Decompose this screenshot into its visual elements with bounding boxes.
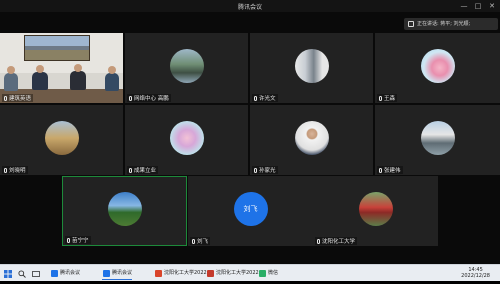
lake-photo <box>169 49 204 83</box>
system-clock[interactable]: 14:45 2022/12/28 <box>461 267 490 279</box>
video-tile[interactable]: 刘飞 刘飞 <box>188 176 313 246</box>
participant-name: 沈阳化工大学 <box>315 237 358 245</box>
video-tile[interactable]: 网络中心 高鹏 <box>125 33 248 103</box>
participant-name: 苗宁宁 <box>65 236 91 244</box>
video-tile[interactable]: 建筑英语 <box>0 33 123 103</box>
window-title: 腾讯会议 <box>237 4 262 11</box>
participant-name: 许光文 <box>252 94 278 102</box>
video-tile[interactable]: 孙家光 <box>250 105 373 175</box>
train-photo <box>358 192 393 226</box>
mic-icon <box>254 96 257 101</box>
participant-name: 网络中心 高鹏 <box>127 94 171 102</box>
close-button[interactable]: ✕ <box>486 1 498 11</box>
video-tile[interactable]: 张建伟 <box>375 105 500 175</box>
participant-name: 刘飞 <box>190 237 211 245</box>
taskbar-app-meeting[interactable]: 腾讯会议 <box>50 267 80 280</box>
maximize-button[interactable]: □ <box>472 1 484 11</box>
mic-icon <box>4 96 7 101</box>
desert-photo <box>44 121 79 155</box>
participant-name: 王森 <box>377 94 398 102</box>
meeting-window: 腾讯会议 — □ ✕ 正在讲话: 蒋平; 刘光顺; 建筑英语 网络中心 高鹏 许… <box>0 0 500 264</box>
taskbar-app-document-1[interactable]: 沈阳化工大学2022... <box>154 267 212 280</box>
mic-icon <box>192 239 195 244</box>
video-tile[interactable]: 沈阳化工大学 <box>313 176 438 246</box>
mic-icon <box>379 168 382 173</box>
participant-name: 孙家光 <box>252 166 278 174</box>
speaking-indicator: 正在讲话: 蒋平; 刘光顺; <box>404 18 498 30</box>
pdf-icon <box>207 270 214 277</box>
tree-photo <box>107 192 142 226</box>
taskbar-app-meeting-2[interactable]: 腾讯会议 <box>102 267 133 280</box>
participant-name: 刘晓明 <box>2 166 28 174</box>
mic-icon <box>4 168 7 173</box>
mic-icon <box>317 239 320 244</box>
speaker-icon <box>408 21 414 27</box>
meeting-icon <box>103 270 110 277</box>
mic-icon <box>129 168 132 173</box>
initial-avatar: 刘飞 <box>233 192 268 226</box>
mic-icon <box>67 238 70 243</box>
task-view-icon[interactable] <box>32 267 42 280</box>
wechat-icon <box>259 270 266 277</box>
participant-name: 建筑英语 <box>2 94 34 102</box>
mic-icon <box>129 96 132 101</box>
start-icon[interactable] <box>4 267 14 280</box>
participant-name: 成果立业 <box>127 166 159 174</box>
meeting-room-photo <box>0 33 123 103</box>
video-tile[interactable]: 成果立业 <box>125 105 248 175</box>
search-icon[interactable] <box>18 267 28 280</box>
presentation-icon <box>155 270 162 277</box>
participant-name: 张建伟 <box>377 166 403 174</box>
video-tile[interactable]: 刘晓明 <box>0 105 123 175</box>
video-tile[interactable]: 许光文 <box>250 33 373 103</box>
title-bar: 腾讯会议 — □ ✕ <box>0 0 500 12</box>
pavilion-photo <box>420 121 455 155</box>
speaking-text: 正在讲话: 蒋平; 刘光顺; <box>417 21 471 27</box>
taskbar-app-document-2[interactable]: 沈阳化工大学2022... <box>206 267 264 280</box>
building-photo <box>294 49 329 83</box>
lotus-photo <box>169 121 204 155</box>
video-tile[interactable]: 王森 <box>375 33 500 103</box>
meeting-icon <box>51 270 58 277</box>
portrait-photo <box>294 121 329 155</box>
clock-date: 2022/12/28 <box>461 273 490 279</box>
mic-icon <box>379 96 382 101</box>
mic-icon <box>254 168 257 173</box>
flower-photo <box>420 49 455 83</box>
taskbar-app-wechat[interactable]: 微信 <box>258 267 278 280</box>
taskbar: 腾讯会议 腾讯会议 沈阳化工大学2022... 沈阳化工大学2022... 微信… <box>0 264 500 281</box>
video-tile-active[interactable]: 苗宁宁 <box>62 176 187 246</box>
minimize-button[interactable]: — <box>458 1 470 11</box>
